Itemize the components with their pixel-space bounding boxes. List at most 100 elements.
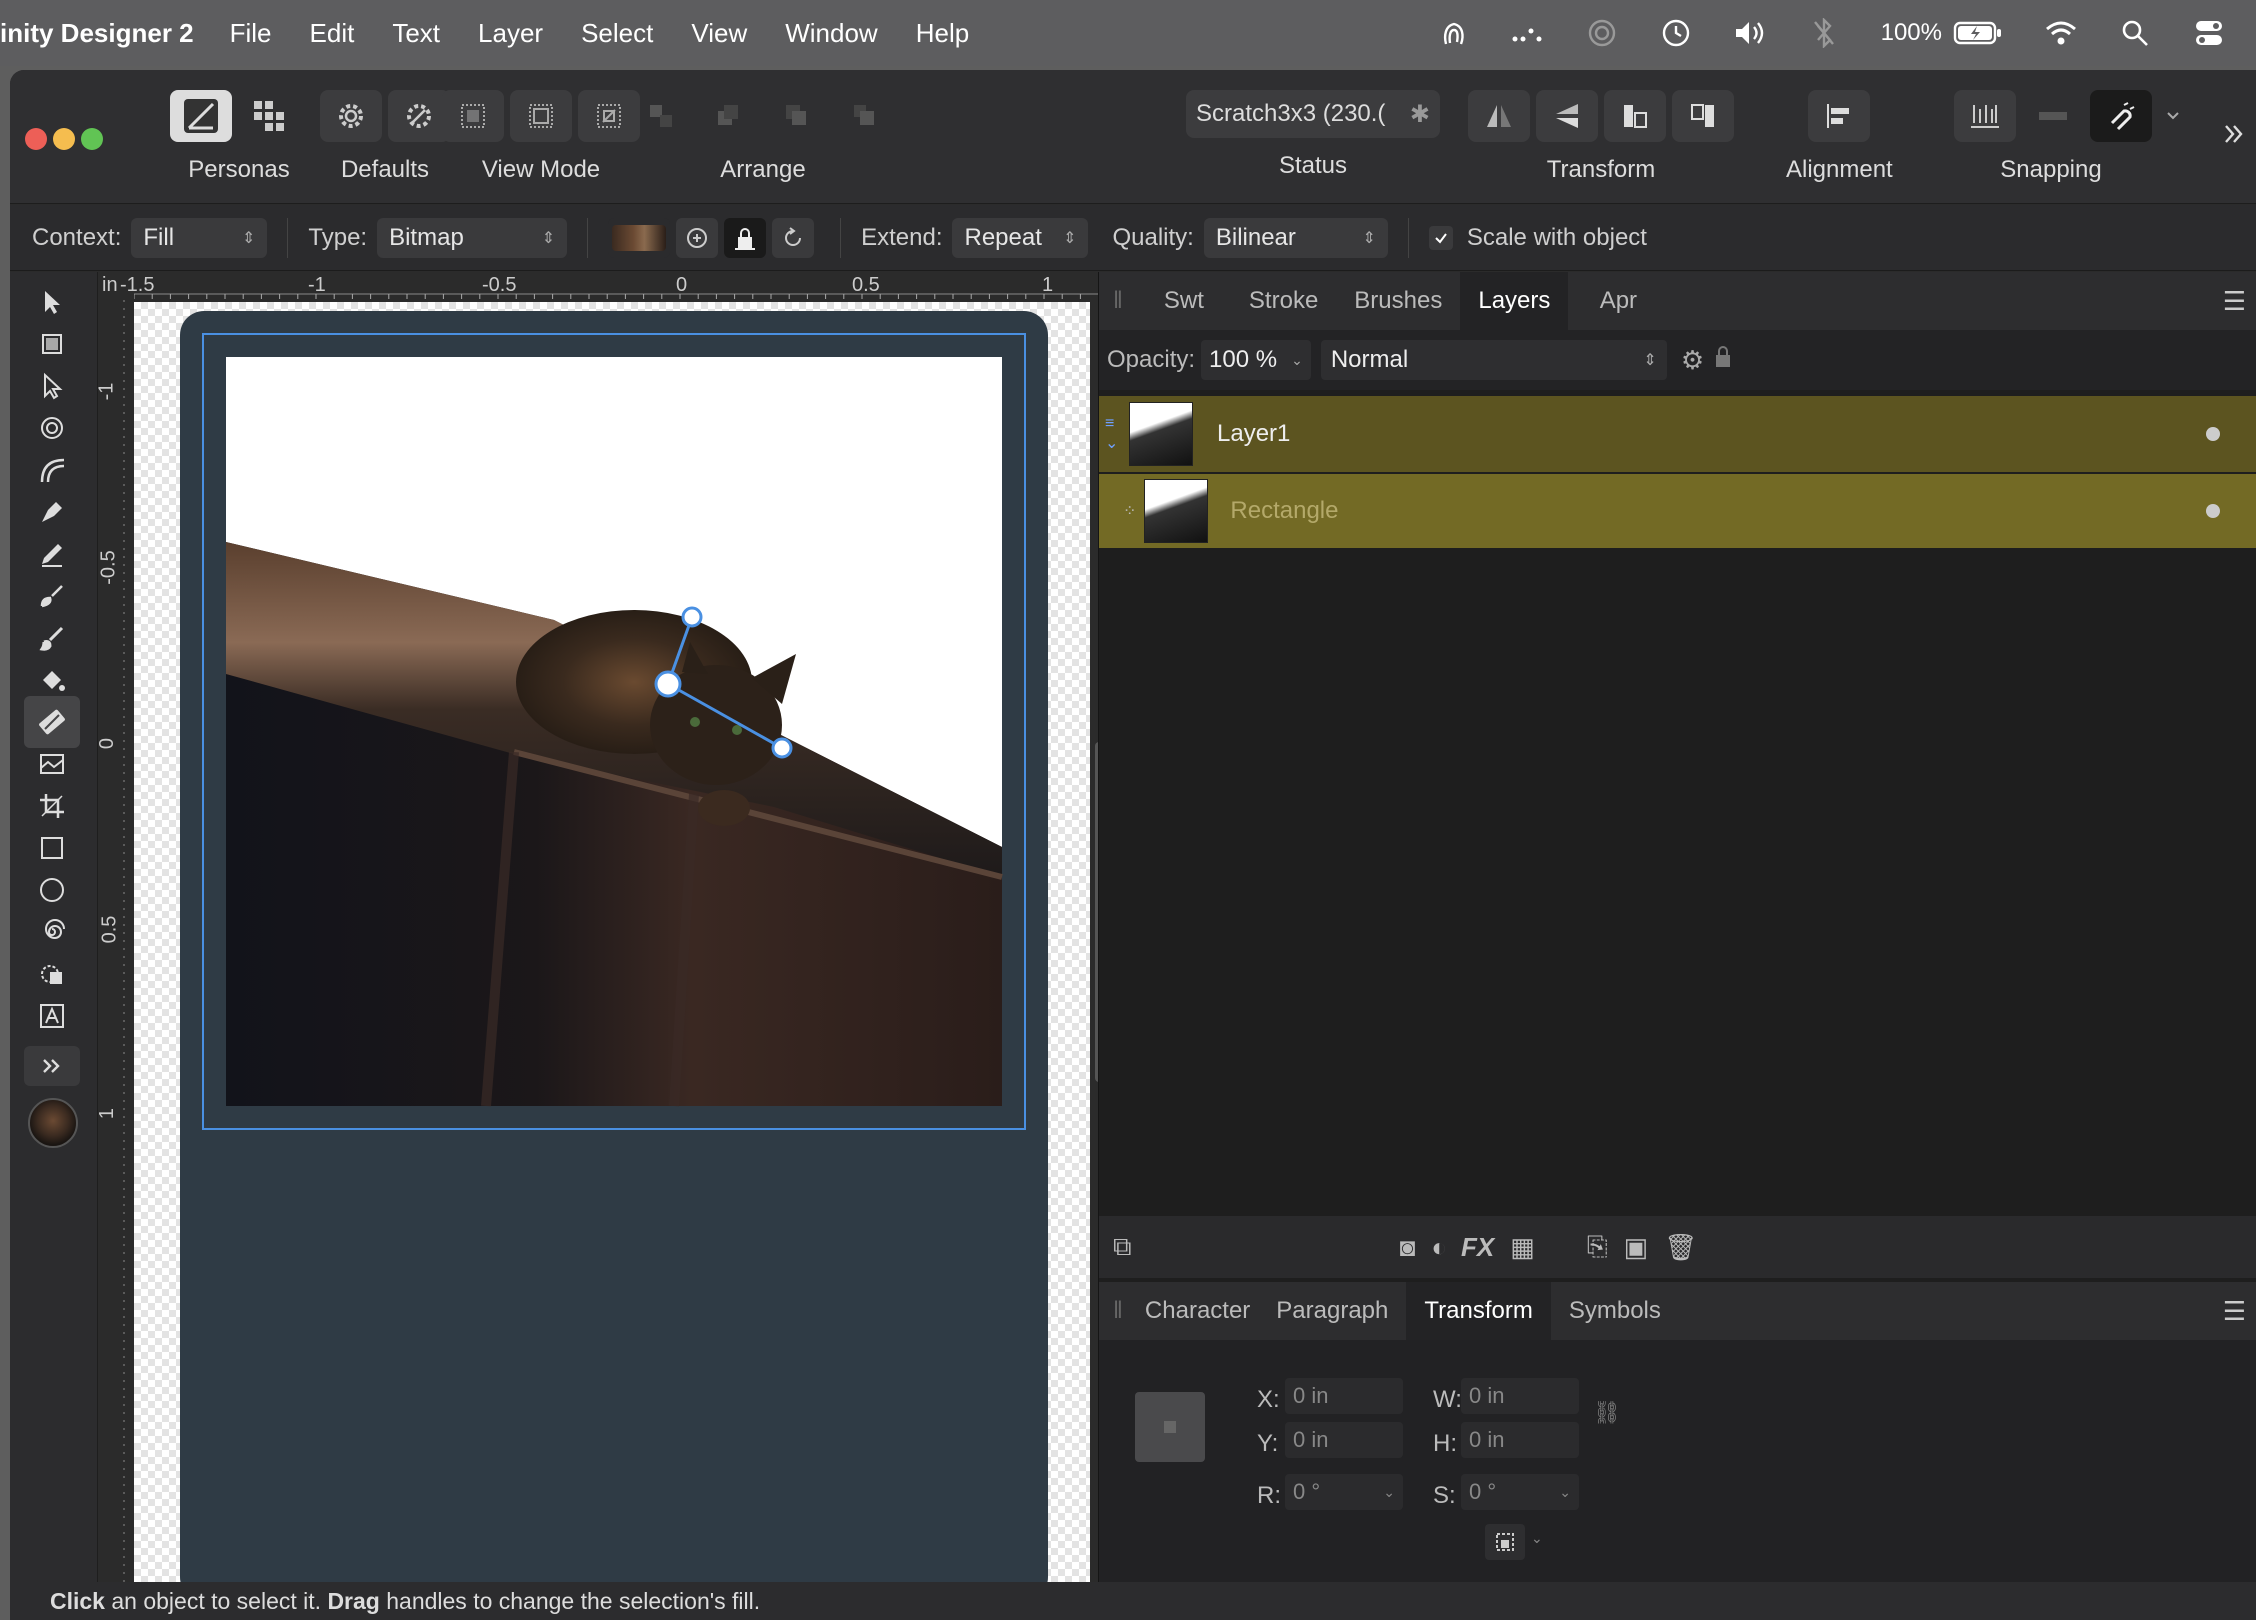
- link-proportions-icon[interactable]: ⛓: [1593, 1400, 1621, 1426]
- vector-warp-icon[interactable]: ▦: [1510, 1232, 1535, 1263]
- tab-paragraph[interactable]: Paragraph: [1258, 1282, 1406, 1340]
- context-dropdown[interactable]: Fill ⇕: [131, 217, 268, 258]
- panel-menu-icon[interactable]: ☰: [2223, 1296, 2246, 1327]
- control-center-icon[interactable]: [2192, 16, 2226, 50]
- fill-handle-side[interactable]: [771, 737, 793, 759]
- menu-edit[interactable]: Edit: [310, 18, 355, 49]
- layer-visibility-dot[interactable]: [2206, 504, 2220, 518]
- snapping-magnet-icon[interactable]: [2090, 90, 2152, 142]
- panel-grip-icon[interactable]: ‖: [1099, 1297, 1137, 1325]
- layer-visibility-dot[interactable]: [2206, 427, 2220, 441]
- chevron-down-icon[interactable]: ⌄: [1531, 1530, 1543, 1547]
- view-mode-2-icon[interactable]: [510, 90, 572, 142]
- reset-fill-icon[interactable]: [676, 217, 719, 258]
- layer-name[interactable]: Layer1: [1217, 420, 1290, 448]
- menu-text[interactable]: Text: [392, 18, 440, 49]
- artistic-text-tool-icon[interactable]: [24, 990, 80, 1042]
- snapping-options-chevron-icon[interactable]: [2158, 90, 2188, 142]
- quality-dropdown[interactable]: Bilinear ⇕: [1203, 217, 1388, 258]
- pixel-persona-button[interactable]: [238, 90, 300, 142]
- tab-layers[interactable]: Layers: [1460, 272, 1569, 330]
- app-menu[interactable]: inity Designer 2: [0, 18, 194, 49]
- more-tools-icon[interactable]: [24, 1046, 80, 1086]
- lock-fill-icon[interactable]: [724, 217, 767, 258]
- tab-swatches[interactable]: Swt: [1137, 272, 1231, 330]
- defaults-revert-icon[interactable]: [388, 90, 450, 142]
- view-mode-1-icon[interactable]: [442, 90, 504, 142]
- layer-row-layer1[interactable]: ≡ ⌄ Layer1: [1099, 396, 2256, 472]
- activity-dots-icon[interactable]: [1511, 16, 1545, 50]
- arrange-front-icon[interactable]: [834, 90, 896, 142]
- delete-layer-icon[interactable]: 🗑: [1664, 1232, 1697, 1263]
- shear-field[interactable]: 0 ° ⌄: [1461, 1474, 1579, 1510]
- arrange-layers-icon[interactable]: ⧉: [1113, 1231, 1132, 1263]
- minimize-window-button[interactable]: [53, 128, 75, 150]
- transform-origin-icon[interactable]: [1485, 1524, 1525, 1560]
- snapping-toggle-icon[interactable]: [2022, 90, 2084, 142]
- mask-icon[interactable]: ◙: [1400, 1232, 1416, 1263]
- y-field[interactable]: 0 in: [1285, 1422, 1403, 1458]
- tab-brushes[interactable]: Brushes: [1336, 272, 1460, 330]
- layer-settings-gear-icon[interactable]: ⚙: [1681, 345, 1704, 376]
- panel-grip-icon[interactable]: ‖: [1099, 287, 1137, 315]
- document-canvas[interactable]: [134, 302, 1090, 1608]
- layer-row-rectangle[interactable]: ⁘ Rectangle: [1099, 474, 2256, 548]
- rotate-right-icon[interactable]: [1672, 90, 1734, 142]
- defaults-gear-icon[interactable]: [320, 90, 382, 142]
- fx-icon[interactable]: FX: [1461, 1232, 1494, 1263]
- snapping-grid-icon[interactable]: [1954, 90, 2016, 142]
- anchor-selector[interactable]: [1135, 1392, 1205, 1462]
- rotate-fill-icon[interactable]: [772, 217, 815, 258]
- search-icon[interactable]: [2118, 16, 2152, 50]
- battery-icon[interactable]: [1952, 16, 2004, 50]
- layer-expand-chevron-icon[interactable]: ≡ ⌄: [1105, 415, 1125, 453]
- fill-color-swatch[interactable]: [28, 1098, 78, 1148]
- add-pixel-layer-icon[interactable]: ▣: [1624, 1232, 1649, 1263]
- lock-icon[interactable]: [1714, 345, 1732, 376]
- w-field[interactable]: 0 in: [1461, 1378, 1579, 1414]
- scale-with-object-checkbox[interactable]: [1428, 225, 1453, 250]
- menu-select[interactable]: Select: [581, 18, 653, 49]
- airdrop-icon[interactable]: [1585, 16, 1619, 50]
- menu-window[interactable]: Window: [785, 18, 877, 49]
- menu-help[interactable]: Help: [916, 18, 969, 49]
- h-field[interactable]: 0 in: [1461, 1422, 1579, 1458]
- flip-vertical-icon[interactable]: [1536, 90, 1598, 142]
- document-status-field[interactable]: Scratch3x3 (230.( ✱: [1186, 90, 1440, 138]
- flip-horizontal-icon[interactable]: [1468, 90, 1530, 142]
- tab-character[interactable]: Character: [1137, 1282, 1258, 1340]
- tab-transform[interactable]: Transform: [1406, 1282, 1551, 1340]
- designer-persona-button[interactable]: [170, 90, 232, 142]
- x-field[interactable]: 0 in: [1285, 1378, 1403, 1414]
- tab-stroke[interactable]: Stroke: [1231, 272, 1336, 330]
- fill-handle-origin[interactable]: [654, 670, 682, 698]
- extend-dropdown[interactable]: Repeat ⇕: [952, 217, 1089, 258]
- blend-mode-dropdown[interactable]: Normal ⇕: [1320, 340, 1667, 380]
- panel-menu-icon[interactable]: ☰: [2223, 286, 2246, 317]
- layer-name[interactable]: Rectangle: [1230, 497, 1338, 525]
- fill-handle-end[interactable]: [681, 606, 703, 628]
- menu-view[interactable]: View: [691, 18, 747, 49]
- type-dropdown[interactable]: Bitmap ⇕: [377, 217, 568, 258]
- add-layer-icon[interactable]: ⎘: [1587, 1231, 1608, 1263]
- arrange-backward-icon[interactable]: [698, 90, 760, 142]
- tab-symbols[interactable]: Symbols: [1551, 1282, 1679, 1340]
- toolbar-overflow-icon[interactable]: [2222, 122, 2246, 151]
- opacity-field[interactable]: 100 % ⌄: [1201, 340, 1311, 380]
- arrange-back-icon[interactable]: [630, 90, 692, 142]
- rotation-field[interactable]: 0 ° ⌄: [1285, 1474, 1403, 1510]
- volume-icon[interactable]: [1733, 16, 1767, 50]
- arrange-forward-icon[interactable]: [766, 90, 828, 142]
- align-left-icon[interactable]: [1808, 90, 1871, 142]
- bluetooth-off-icon[interactable]: [1807, 16, 1841, 50]
- tab-appearance[interactable]: Apr: [1568, 272, 1668, 330]
- menu-file[interactable]: File: [230, 18, 272, 49]
- menu-layer[interactable]: Layer: [478, 18, 543, 49]
- close-window-button[interactable]: [25, 128, 47, 150]
- fingerprint-icon[interactable]: [1437, 16, 1471, 50]
- wifi-icon[interactable]: [2044, 16, 2078, 50]
- time-machine-icon[interactable]: [1659, 16, 1693, 50]
- rotate-left-icon[interactable]: [1604, 90, 1666, 142]
- adjustment-icon[interactable]: ◐: [1431, 1232, 1447, 1263]
- zoom-window-button[interactable]: [81, 128, 103, 150]
